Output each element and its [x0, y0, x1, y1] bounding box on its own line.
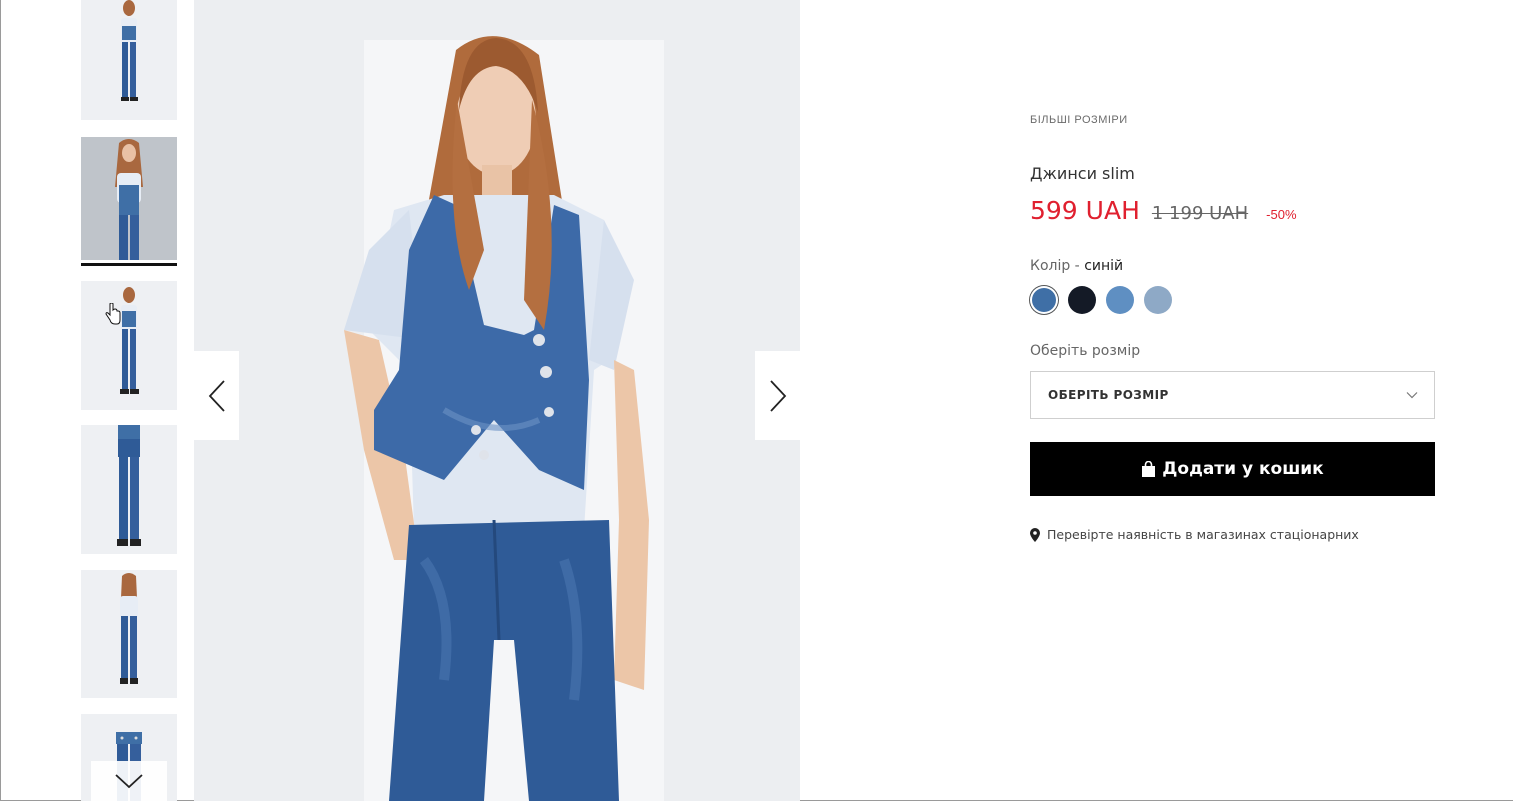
chevron-down-icon: [1406, 392, 1418, 399]
thumbnail-figure: [115, 139, 143, 260]
thumbnail-figure: [120, 287, 139, 394]
active-thumbnail-indicator: [81, 263, 177, 266]
add-to-cart-button[interactable]: Додати у кошик: [1030, 442, 1435, 496]
color-label: Колір - синій: [1030, 258, 1123, 274]
size-label: Оберіть розмір: [1030, 343, 1141, 359]
main-product-image: [194, 0, 800, 801]
old-price: 1 199 UAH: [1151, 203, 1249, 224]
thumbnail-figure: [117, 425, 141, 546]
add-to-cart-label: Додати у кошик: [1162, 459, 1324, 479]
discount-badge: -50%: [1266, 207, 1297, 222]
color-swatch-dark[interactable]: [1068, 286, 1096, 314]
shopping-bag-icon: [1142, 461, 1156, 477]
chevron-left-icon: [208, 379, 225, 412]
thumbnail-2[interactable]: [81, 137, 177, 260]
color-swatch-blue[interactable]: [1030, 286, 1058, 314]
product-title: Джинси slim: [1030, 164, 1135, 183]
color-swatch-light-blue[interactable]: [1106, 286, 1134, 314]
product-category-link[interactable]: БІЛЬШІ РОЗМІРИ: [1030, 114, 1128, 126]
thumbnail-5[interactable]: [81, 570, 177, 698]
chevron-right-icon: [769, 379, 786, 412]
store-availability-link[interactable]: Перевірте наявність в магазинах стаціона…: [1030, 527, 1359, 542]
gallery-next-button[interactable]: [755, 351, 800, 440]
size-select[interactable]: ОБЕРІТЬ РОЗМІР: [1030, 371, 1435, 419]
chevron-down-icon: [115, 774, 143, 789]
hand-cursor-icon: [105, 303, 121, 325]
store-availability-text: Перевірте наявність в магазинах стаціона…: [1047, 527, 1359, 542]
location-pin-icon: [1030, 527, 1040, 542]
color-swatches: [1030, 286, 1172, 314]
color-label-text: Колір -: [1030, 258, 1085, 274]
thumbnail-figure: [120, 573, 138, 684]
product-photo: [194, 0, 800, 801]
gallery-prev-button[interactable]: [194, 351, 239, 440]
thumbnail-rail: [81, 0, 177, 801]
current-price: 599 UAH: [1030, 196, 1140, 225]
thumbnail-3[interactable]: [81, 281, 177, 410]
thumbnail-1[interactable]: [81, 0, 177, 120]
size-select-placeholder: ОБЕРІТЬ РОЗМІР: [1048, 388, 1169, 402]
thumbnails-scroll-down-button[interactable]: [91, 761, 167, 801]
color-value: синій: [1084, 258, 1124, 274]
color-swatch-pale-blue[interactable]: [1144, 286, 1172, 314]
price-row: 599 UAH 1 199 UAH -50%: [1030, 196, 1297, 225]
thumbnail-4[interactable]: [81, 425, 177, 554]
thumbnail-figure: [121, 0, 138, 101]
